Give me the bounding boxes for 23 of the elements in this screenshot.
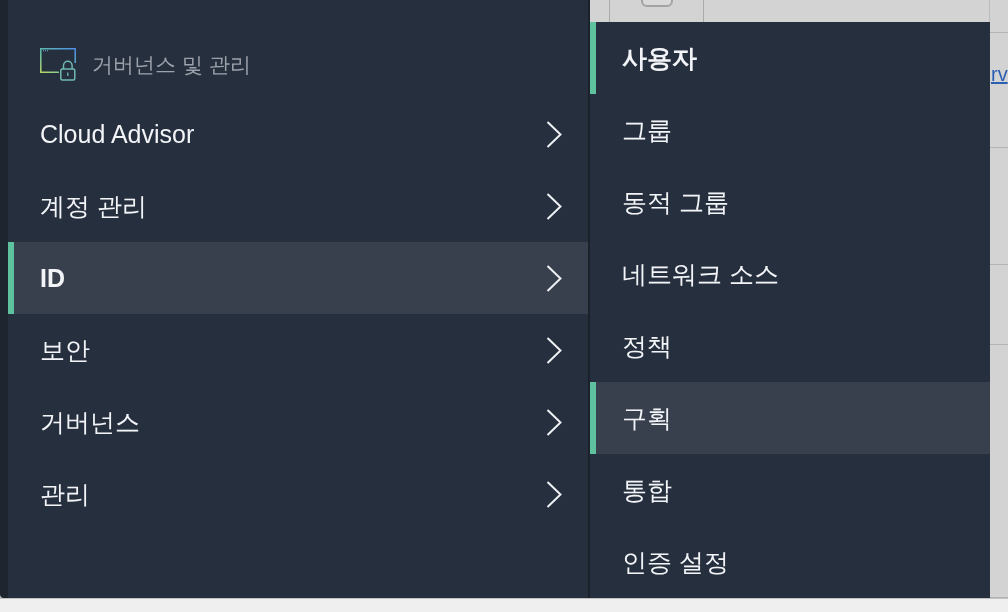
menu-item[interactable]: 관리 [8,458,588,530]
menu-item[interactable]: Cloud Advisor [8,98,588,170]
submenu-item[interactable]: 네트워크 소스 [590,238,990,310]
submenu-item[interactable]: 사용자 [590,22,990,94]
submenu-item[interactable]: 정책 [590,310,990,382]
submenu-item[interactable]: 통합 [590,454,990,526]
submenu-item[interactable]: 동적 그룹 [590,166,990,238]
chevron-right-icon [546,120,562,148]
menu-item[interactable]: 계정 관리 [8,170,588,242]
chevron-right-icon [546,192,562,220]
chevron-right-icon [546,408,562,436]
menu-item[interactable]: 보안 [8,314,588,386]
chevron-right-icon [546,480,562,508]
window-lock-icon [40,48,76,81]
section-title: 거버넌스 및 관리 [92,52,251,78]
table-link[interactable]: rv [991,62,1008,86]
submenu-item[interactable]: 구획 [590,382,990,454]
chevron-right-icon [546,336,562,364]
submenu-item[interactable]: 인증 설정 [590,526,990,598]
menu-item[interactable]: ID [8,242,588,314]
menu-item[interactable]: 거버넌스 [8,386,588,458]
submenu-item[interactable]: 그룹 [590,94,990,166]
chevron-right-icon [546,264,562,292]
